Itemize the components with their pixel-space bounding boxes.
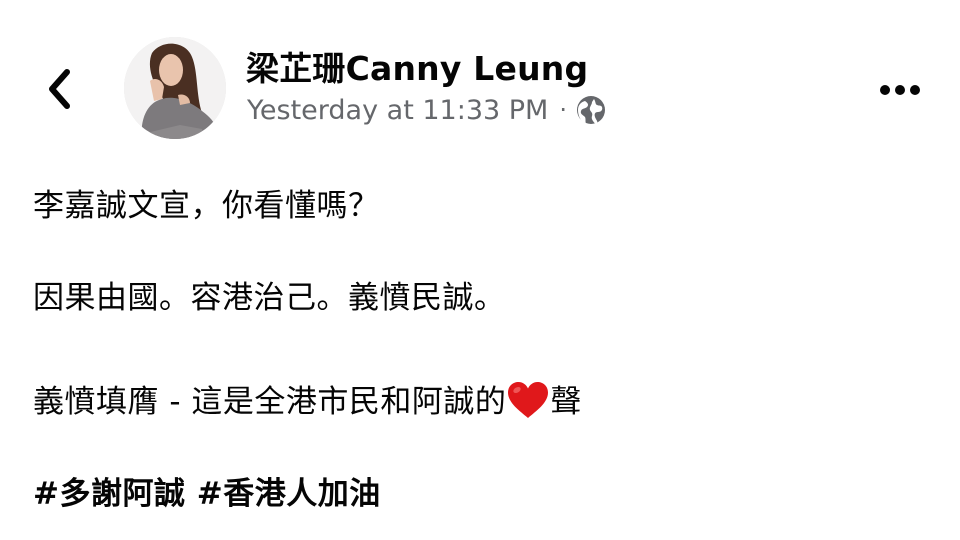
facebook-post-view: 梁芷珊Canny Leung Yesterday at 11:33 PM · 李… <box>0 0 960 540</box>
profile-photo <box>124 37 226 139</box>
post-text-line: 李嘉誠文宣，你看懂嗎？ <box>33 188 380 224</box>
post-text-segment: 義憤填膺 - 這是全港市民和阿誠的 <box>33 384 507 420</box>
back-button[interactable] <box>38 64 82 114</box>
post-text-line: 因果由國。容港治己。義憤民誠。 <box>33 280 506 316</box>
post-text-segment: 聲 <box>550 384 582 420</box>
post-meta: Yesterday at 11:33 PM · <box>247 92 606 128</box>
more-options-button[interactable] <box>872 70 928 110</box>
post-timestamp[interactable]: Yesterday at 11:33 PM <box>247 95 548 126</box>
meta-separator: · <box>559 96 567 124</box>
avatar[interactable] <box>124 37 226 139</box>
globe-icon <box>576 95 606 125</box>
heart-emoji-icon <box>506 380 550 420</box>
hashtag-link[interactable]: #香港人加油 <box>197 476 381 512</box>
post-text-line: 義憤填膺 - 這是全港市民和阿誠的 聲 <box>33 380 582 422</box>
chevron-left-icon <box>49 69 70 109</box>
author-name[interactable]: 梁芷珊Canny Leung <box>246 42 588 90</box>
hashtag-link[interactable]: #多謝阿誠 <box>33 476 185 512</box>
hashtag-line: #多謝阿誠 #香港人加油 <box>33 474 381 514</box>
more-options-icon <box>880 85 920 95</box>
